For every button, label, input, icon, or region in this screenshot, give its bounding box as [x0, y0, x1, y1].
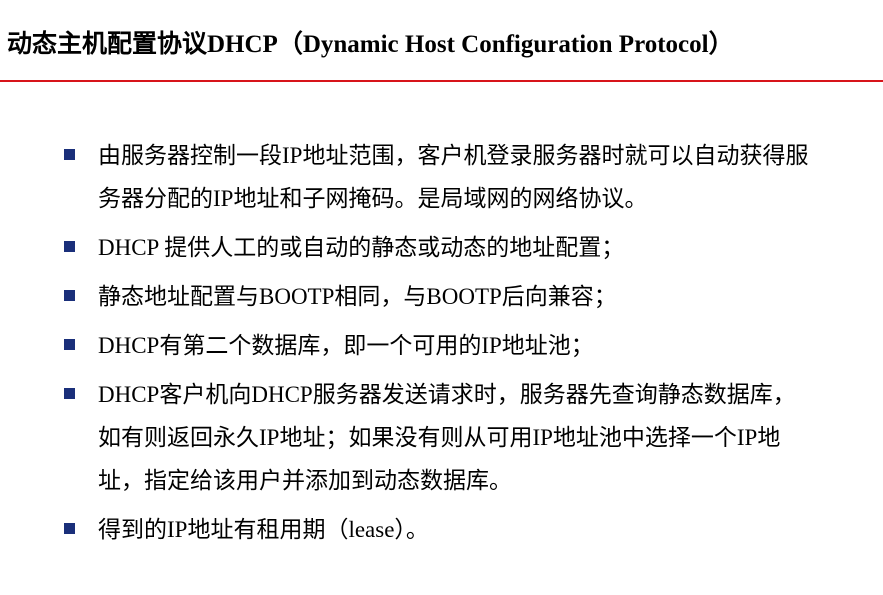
- bullet-item: DHCP有第二个数据库，即一个可用的IP地址池；: [64, 324, 844, 367]
- bullet-item: 得到的IP地址有租用期（lease）。: [64, 508, 844, 551]
- bullet-text: 静态地址配置与BOOTP相同，与BOOTP后向兼容；: [98, 284, 617, 309]
- square-bullet-icon: [64, 241, 75, 252]
- square-bullet-icon: [64, 339, 75, 350]
- bullet-item: 静态地址配置与BOOTP相同，与BOOTP后向兼容；: [64, 275, 844, 318]
- bullet-list: 由服务器控制一段IP地址范围，客户机登录服务器时就可以自动获得服务器分配的IP地…: [64, 134, 844, 557]
- bullet-text: 得到的IP地址有租用期（lease）。: [98, 517, 429, 542]
- bullet-item: 由服务器控制一段IP地址范围，客户机登录服务器时就可以自动获得服务器分配的IP地…: [64, 134, 844, 220]
- square-bullet-icon: [64, 149, 75, 160]
- square-bullet-icon: [64, 523, 75, 534]
- bullet-text: DHCP客户机向DHCP服务器发送请求时，服务器先查询静态数据库，如有则返回永久…: [98, 382, 796, 493]
- bullet-text: DHCP有第二个数据库，即一个可用的IP地址池；: [98, 333, 594, 358]
- square-bullet-icon: [64, 388, 75, 399]
- bullet-text: 由服务器控制一段IP地址范围，客户机登录服务器时就可以自动获得服务器分配的IP地…: [98, 143, 809, 211]
- slide-title: 动态主机配置协议DHCP（Dynamic Host Configuration …: [7, 31, 734, 58]
- bullet-item: DHCP 提供人工的或自动的静态或动态的地址配置；: [64, 226, 844, 269]
- bullet-text: DHCP 提供人工的或自动的静态或动态的地址配置；: [98, 235, 625, 260]
- title-divider: [0, 80, 883, 82]
- slide: 动态主机配置协议DHCP（Dynamic Host Configuration …: [0, 0, 883, 595]
- square-bullet-icon: [64, 290, 75, 301]
- bullet-item: DHCP客户机向DHCP服务器发送请求时，服务器先查询静态数据库，如有则返回永久…: [64, 373, 844, 502]
